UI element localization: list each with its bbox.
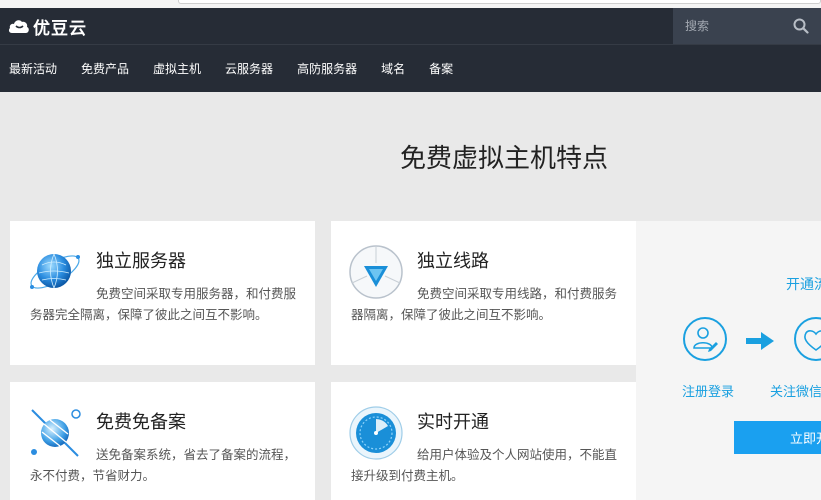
cloud-logo-icon [8, 20, 29, 33]
section-title: 免费虚拟主机特点 [399, 144, 608, 174]
nav-item-domain[interactable]: 域名 [381, 60, 405, 77]
search-icon[interactable] [793, 18, 809, 34]
nav-item-free-products[interactable]: 免费产品 [81, 60, 129, 77]
top-header: 优豆云 [0, 8, 821, 44]
nav-item-latest-events[interactable]: 最新活动 [9, 60, 57, 77]
open-now-button[interactable]: 立即开通 [734, 421, 821, 454]
arrow-right-icon [746, 332, 774, 350]
user-edit-icon [693, 327, 718, 352]
search-input[interactable] [673, 8, 785, 44]
feature-card-dedicated-server: 独立服务器 免费空间采取专用服务器，和付费服务器完全隔离，保障了彼此之间互不影响… [10, 221, 315, 365]
nav-item-virtual-host[interactable]: 虚拟主机 [153, 60, 201, 77]
browser-chrome-strip [0, 0, 821, 8]
open-process-panel: 开通流程 注册登录 关注微信 立即开通 [636, 221, 821, 500]
feature-description: 送免备案系统，省去了备案的流程，永不付费，节省财力。 [30, 447, 297, 483]
feature-description: 给用户体验及个人网站使用，不能直接升级到付费主机。 [351, 447, 618, 483]
feature-description: 免费空间采取专用服务器，和付费服务器完全隔离，保障了彼此之间互不影响。 [30, 286, 297, 322]
address-bar[interactable] [178, 0, 821, 4]
heart-plus-icon [804, 330, 821, 351]
feature-card-instant-activation: 实时开通 给用户体验及个人网站使用，不能直接升级到付费主机。 [331, 382, 636, 500]
feature-title: 免费免备案 [96, 412, 186, 433]
step-register-label: 注册登录 [682, 385, 735, 400]
feature-title: 独立服务器 [96, 251, 186, 272]
feature-card-no-filing: 免费免备案 送免备案系统，省去了备案的流程，永不付费，节省财力。 [10, 382, 315, 500]
follow-wechat-step-icon [794, 317, 821, 361]
feature-description: 免费空间采取专用线路，和付费服务器隔离，保障了彼此之间互不影响。 [351, 286, 618, 322]
feature-title: 实时开通 [417, 412, 489, 433]
feature-card-dedicated-line: 独立线路 免费空间采取专用线路，和付费服务器隔离，保障了彼此之间互不影响。 [331, 221, 636, 365]
nav-item-cloud-server[interactable]: 云服务器 [225, 60, 273, 77]
feature-title: 独立线路 [417, 251, 489, 272]
search-box [673, 8, 821, 44]
step-follow-label: 关注微信 [770, 385, 821, 400]
site-logo[interactable]: 优豆云 [8, 14, 87, 39]
logo-text: 优豆云 [33, 18, 87, 39]
register-step-icon [683, 317, 727, 361]
nav-item-ddos-server[interactable]: 高防服务器 [297, 60, 357, 77]
process-heading: 开通流程 [786, 277, 821, 293]
nav-item-icp-filing[interactable]: 备案 [429, 60, 453, 77]
main-nav: 最新活动 免费产品 虚拟主机 云服务器 高防服务器 域名 备案 [0, 44, 821, 92]
